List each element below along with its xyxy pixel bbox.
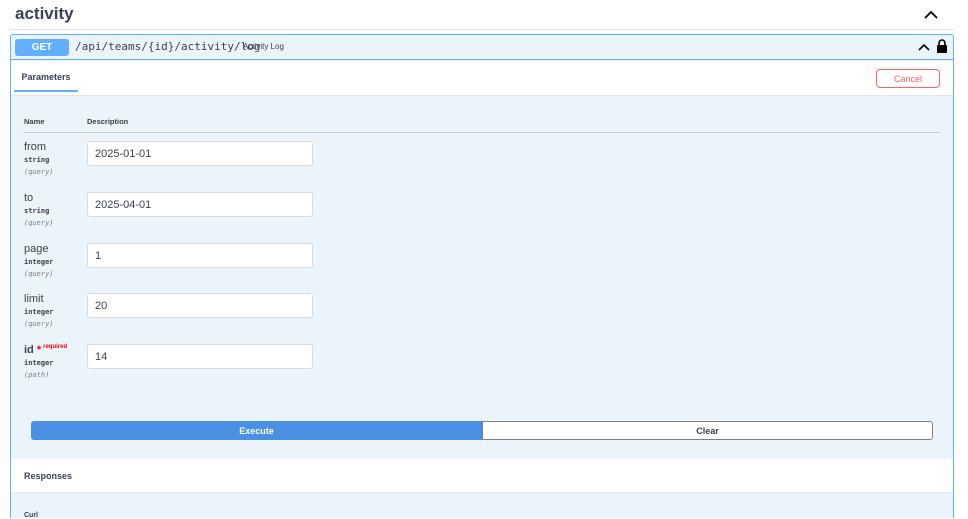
chevron-up-icon[interactable] [917, 40, 931, 54]
clear-button[interactable]: Clear [482, 421, 933, 440]
param-location: (query) [24, 219, 54, 227]
column-header-name: Name [24, 117, 45, 126]
param-name: from [24, 141, 46, 153]
operation-path: /api/teams/{id}/activity/log [75, 40, 261, 53]
operation-description: Activity Log [243, 42, 284, 51]
to-input[interactable] [87, 192, 313, 217]
required-label: required [43, 344, 68, 351]
param-type: string [24, 156, 50, 164]
limit-input[interactable] [87, 293, 313, 318]
column-header-description: Description [87, 117, 129, 126]
param-row-limit: limit integer (query) [24, 293, 944, 343]
cancel-button[interactable]: Cancel [876, 69, 940, 88]
page-input[interactable] [87, 243, 313, 268]
param-name: limit [24, 293, 44, 305]
chevron-up-icon[interactable] [922, 6, 940, 24]
param-row-to: to string (query) [24, 192, 944, 242]
method-badge: GET [15, 39, 69, 56]
tab-parameters[interactable]: Parameters [14, 72, 78, 92]
param-row-id: id * required integer (path) [24, 344, 944, 394]
param-location: (query) [24, 270, 54, 278]
param-name: id [24, 344, 34, 356]
param-type: integer [24, 359, 54, 367]
execute-button[interactable]: Execute [31, 421, 482, 440]
id-input[interactable] [87, 344, 313, 369]
responses-header: Responses [11, 459, 953, 493]
param-name-required: id * required [24, 344, 67, 356]
param-type: integer [24, 258, 54, 266]
tag-header[interactable]: activity [10, 0, 954, 30]
param-name: to [24, 192, 34, 204]
param-location: (query) [24, 320, 54, 328]
lock-icon[interactable] [936, 38, 948, 54]
responses-title: Responses [24, 471, 73, 481]
execute-wrapper: Execute Clear [31, 421, 933, 440]
operation-summary[interactable]: GET /api/teams/{id}/activity/log Activit… [11, 35, 953, 60]
param-location: (query) [24, 168, 54, 176]
param-type: integer [24, 308, 54, 316]
param-name: page [24, 243, 49, 255]
opblock-get: GET /api/teams/{id}/activity/log Activit… [10, 34, 954, 519]
param-row-from: from string (query) [24, 141, 944, 191]
parameters-table: Name Description from string (query) to … [11, 97, 953, 459]
required-star: * [36, 344, 42, 356]
tag-title: activity [15, 4, 74, 23]
param-row-page: page integer (query) [24, 243, 944, 293]
param-location: (path) [24, 371, 50, 379]
from-input[interactable] [87, 141, 313, 166]
parameters-header: Parameters Cancel [11, 61, 953, 96]
param-type: string [24, 207, 50, 215]
header-divider [23, 132, 940, 133]
